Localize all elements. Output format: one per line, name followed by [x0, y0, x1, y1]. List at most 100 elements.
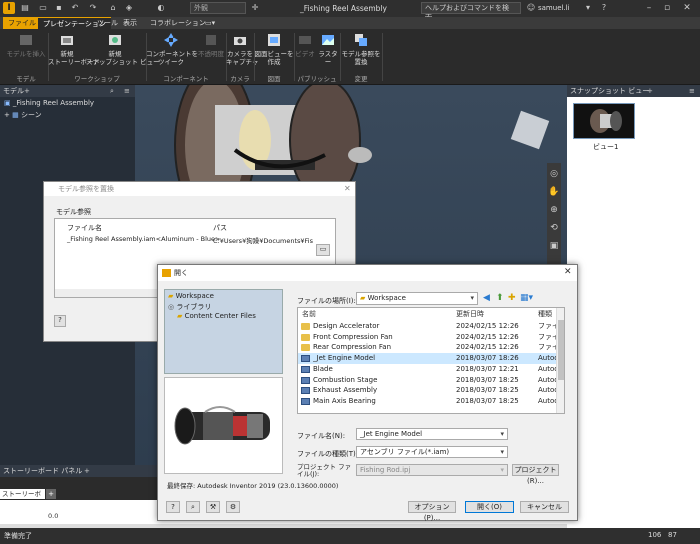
maximize-icon[interactable]: ▫ — [660, 2, 674, 14]
add-tab-icon[interactable]: + — [647, 85, 653, 97]
save-icon[interactable]: ▪ — [54, 3, 64, 13]
orbit-icon[interactable]: ⟲ — [547, 223, 561, 233]
file-row[interactable]: Blade 2018/03/07 12:21 Autod — [298, 364, 556, 375]
expand-icon[interactable]: + — [4, 111, 10, 119]
tree-item-assembly[interactable]: ▣ _Fishing Reel Assembly — [4, 99, 94, 107]
close-icon[interactable]: ✕ — [564, 267, 572, 277]
lookin-dropdown[interactable]: ▰ Workspace ▾ — [356, 292, 478, 305]
place-library[interactable]: ◎ ライブラリ — [168, 302, 211, 312]
file-row[interactable]: Front Compression Fan 2024/02/15 12:26 ファイ — [298, 332, 556, 343]
place-content-center[interactable]: ▰ Content Center Files — [177, 312, 256, 320]
opacity-button[interactable]: 不透明度 — [196, 32, 226, 58]
zoom-icon[interactable]: ⊕ — [547, 205, 561, 215]
file-row[interactable]: Combustion Stage 2018/03/07 18:25 Autod — [298, 375, 556, 386]
col-type[interactable]: 種類 — [538, 308, 552, 320]
place-label: Content Center Files — [184, 312, 256, 320]
open-button[interactable]: 開く(O) — [465, 501, 514, 513]
back-icon[interactable]: ◀ — [483, 293, 490, 303]
vertical-scrollbar[interactable] — [556, 308, 564, 413]
app-icon — [162, 269, 171, 277]
create-drawing-view-button[interactable]: 図面ビューを 作成 — [254, 32, 294, 66]
assembly-icon — [301, 355, 310, 363]
file-list[interactable]: 名前 更新日時 種類 Design Accelerator 2024/02/15 … — [297, 307, 565, 414]
close-icon[interactable]: ✕ — [680, 2, 694, 14]
close-icon[interactable]: ✕ — [344, 184, 351, 193]
place-label: ライブラリ — [176, 303, 212, 311]
menu-icon[interactable]: ≡ — [689, 85, 695, 97]
new-storyboard-button[interactable]: 新規 ストーリーボード — [48, 32, 100, 66]
user-name[interactable]: samuel.li — [538, 4, 570, 12]
snapshot-thumbnail[interactable] — [573, 103, 635, 139]
capture-camera-button[interactable]: カメラを キャプチャ — [226, 32, 258, 66]
col-date[interactable]: 更新日時 — [456, 308, 484, 320]
file-row[interactable]: Design Accelerator 2024/02/15 12:26 ファイ — [298, 321, 556, 332]
search-icon[interactable]: ⌕ — [110, 85, 114, 97]
project-button[interactable]: プロジェクト(R)... — [512, 464, 559, 485]
help-search-input[interactable]: ヘルプおよびコマンドを検索... — [421, 2, 521, 22]
add-tab-icon[interactable]: + — [84, 465, 90, 477]
place-workspace[interactable]: ▰ Workspace — [168, 292, 214, 300]
file-name: _Jet Engine Model — [313, 354, 376, 363]
redo-icon[interactable]: ↷ — [88, 3, 98, 13]
add-tab-icon[interactable]: + — [24, 85, 30, 97]
find-icon[interactable]: ⌕ — [186, 501, 200, 513]
add-storyboard-icon[interactable]: + — [46, 489, 56, 499]
view-menu-icon[interactable]: ▦▾ — [520, 293, 533, 303]
file-type: Autod — [538, 364, 556, 373]
file-row[interactable]: Main Axis Bearing 2018/03/07 18:25 Autod — [298, 396, 556, 407]
storyboard-tab[interactable]: ストーリーボード1 — [0, 489, 45, 508]
open-file-icon[interactable]: ▭ — [38, 3, 48, 13]
tweak-component-button[interactable]: コンポーネントを ツイーク — [146, 32, 198, 66]
help-icon[interactable]: ? — [54, 315, 66, 327]
new-folder-icon[interactable]: ✚ — [508, 293, 516, 303]
user-icon[interactable]: ☺ — [526, 3, 536, 13]
insert-model-button[interactable]: モデルを挿入 — [4, 32, 48, 58]
jet-engine-preview-image — [174, 406, 270, 445]
material-icon[interactable]: ◐ — [156, 3, 166, 13]
pan-icon[interactable]: ✋ — [547, 187, 561, 197]
title-bar: I ▤ ▭ ▪ ↶ ↷ ⌂ ◈ ◐ 外観 ✛ _Fishing Reel Ass… — [0, 0, 700, 22]
file-row[interactable]: _Jet Engine Model 2018/03/07 18:26 Autod — [298, 353, 556, 364]
help-icon[interactable]: ? — [599, 3, 609, 13]
raster-button[interactable]: ラスター — [316, 32, 340, 66]
up-folder-icon[interactable]: ⬆ — [496, 293, 504, 303]
tab-extra-icon[interactable]: ▭▾ — [200, 17, 220, 29]
opacity-label: 不透明度 — [198, 50, 224, 58]
new-file-icon[interactable]: ▤ — [20, 3, 30, 13]
reference-path[interactable]: C:¥Users¥狗躁¥Documents¥Fis — [213, 235, 313, 245]
adjust-icon[interactable]: ✛ — [250, 3, 260, 13]
tab-view[interactable]: 表示 — [118, 17, 142, 29]
select-icon[interactable]: ◈ — [124, 3, 134, 13]
new-storyboard-icon — [61, 36, 73, 45]
help-icon[interactable]: ? — [166, 501, 180, 513]
settings-icon[interactable]: ⚙ — [226, 501, 240, 513]
col-name[interactable]: 名前 — [302, 308, 316, 320]
minimize-icon[interactable]: – — [642, 2, 656, 14]
file-row[interactable]: Exhaust Assembly 2018/03/07 18:25 Autod — [298, 385, 556, 396]
full-navigation-wheel-icon[interactable]: ◎ — [547, 169, 561, 179]
project-value: Fishing Rod.ipj — [360, 466, 411, 474]
cart-icon[interactable]: ▾ — [583, 3, 593, 13]
options-button[interactable]: オプション(P)... — [408, 501, 456, 522]
tree-item-scene[interactable]: + ▦ シーン — [4, 110, 42, 120]
group-drawing-label: 図面 — [267, 75, 281, 83]
scrollbar-thumb[interactable] — [558, 320, 564, 380]
home-icon[interactable]: ⌂ — [108, 3, 118, 13]
browse-icon[interactable]: ▭ — [316, 244, 330, 256]
menu-icon[interactable]: ≡ — [124, 85, 130, 97]
replace-model-reference-button[interactable]: モデル参照を 置換 — [340, 32, 382, 66]
tab-file[interactable]: ファイル — [3, 17, 41, 29]
appearance-dropdown[interactable]: 外観 — [190, 2, 246, 14]
reference-name[interactable]: _Fishing Reel Assembly.iam<Aluminum - Bl… — [67, 235, 220, 243]
tools-icon[interactable]: ⚒ — [206, 501, 220, 513]
filetype-dropdown[interactable]: アセンブリ ファイル(*.iam) ▾ — [356, 446, 508, 458]
video-button[interactable]: ビデオ — [294, 32, 316, 58]
cancel-button[interactable]: キャンセル — [520, 501, 569, 513]
filename-input[interactable]: _Jet Engine Model ▾ — [356, 428, 508, 440]
inventor-logo-icon[interactable]: I — [3, 2, 15, 14]
undo-icon[interactable]: ↶ — [70, 3, 80, 13]
raster-icon — [322, 35, 334, 45]
new-snapshot-button[interactable]: 新規 スナップショット ビュー — [86, 32, 160, 66]
file-row[interactable]: Rear Compression Fan 2024/02/15 12:26 ファイ — [298, 342, 556, 353]
look-at-icon[interactable]: ▣ — [547, 241, 561, 251]
